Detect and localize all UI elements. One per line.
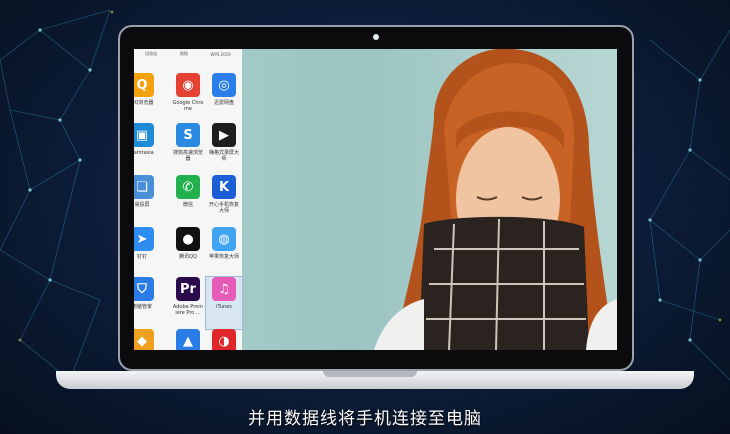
windows-desktop: 回收站 视频 WPS 2019 Q QQ浏览器 ◉ Google Chro me ◎ 迅雷…: [134, 49, 243, 350]
desktop-shortcut[interactable]: ◍ 苹果恢复大师: [206, 227, 242, 279]
webcam: [373, 34, 379, 40]
triangle-app-icon: ▲: [176, 329, 200, 350]
desktop-shortcut[interactable]: ◑: [206, 329, 242, 350]
cast-icon: ❏: [134, 175, 154, 199]
desktop-shortcut-label: 易投屏: [134, 202, 150, 208]
cloud-icon: ◎: [212, 73, 236, 97]
desktop-shortcut-label: 微信: [182, 202, 193, 208]
desktop-shortcut[interactable]: ♫ iTunes: [205, 276, 243, 330]
desktop-shortcut-label: 嗨格式录屏大 师: [208, 150, 239, 162]
desktop-shortcut[interactable]: ▲: [170, 329, 206, 350]
chrome-icon: ◉: [176, 73, 200, 97]
wechat-icon: ✆: [176, 175, 200, 199]
desktop-shortcut-label: 搜狗高速浏览 器: [172, 150, 203, 162]
desktop-shortcut-label: 迅雷网盘: [213, 100, 234, 106]
desktop-shortcut[interactable]: ◎ 迅雷网盘: [206, 73, 242, 125]
desktop-top-label: 回收站: [145, 51, 158, 56]
desktop-shortcut[interactable]: Pr Adobe Prem iere Pro ...: [170, 277, 206, 329]
k-icon: K: [212, 175, 236, 199]
desktop-shortcut[interactable]: ● 腾讯QQ: [170, 227, 206, 279]
desktop-shortcut[interactable]: Q QQ浏览器: [134, 73, 160, 125]
desktop-shortcut-label: QQ浏览器: [134, 100, 154, 106]
itunes-icon: ♫: [212, 277, 236, 301]
desktop-shortcut[interactable]: ◆: [134, 329, 160, 350]
desktop-shortcut[interactable]: ❏ 易投屏: [134, 175, 160, 227]
shield-icon: ⛉: [134, 277, 154, 301]
desktop-shortcut-label: 钉钉: [136, 254, 147, 260]
colorful-icon: ◆: [134, 329, 154, 350]
desktop-top-label: WPS 2019: [210, 51, 231, 57]
sogou-icon: S: [176, 123, 200, 147]
desktop-top-label: 视频: [179, 51, 188, 56]
desktop-shortcut[interactable]: ◉ Google Chro me: [170, 73, 206, 125]
desktop-shortcut-label: 腾讯QQ: [179, 254, 197, 260]
qq-icon: ●: [176, 227, 200, 251]
desktop-shortcut-label: 电脑管家: [134, 304, 152, 310]
laptop-base-notch: [323, 371, 417, 377]
desktop-shortcut[interactable]: ✆ 微信: [170, 175, 206, 227]
desktop-shortcut-label: Camtasia: [134, 150, 154, 156]
desktop-top-row: 回收站 视频 WPS 2019: [134, 49, 242, 59]
desktop-shortcut[interactable]: ▶ 嗨格式录屏大 师: [206, 123, 242, 175]
desktop-shortcut-label: iTunes: [216, 304, 232, 310]
dingtalk-icon: ➤: [134, 227, 154, 251]
person-icon: Q: [134, 73, 154, 97]
desktop-shortcut-label: Google Chro me: [172, 100, 204, 112]
desktop-shortcut-label: 苹果恢复大师: [208, 254, 239, 260]
laptop-screen: 回收站 视频 WPS 2019 Q QQ浏览器 ◉ Google Chro me ◎ 迅雷…: [134, 49, 617, 350]
apple-recovery-icon: ◍: [212, 227, 236, 251]
desktop-shortcut[interactable]: ⛉ 电脑管家: [134, 277, 160, 329]
monitor-icon: ▣: [134, 123, 154, 147]
desktop-shortcut[interactable]: ➤ 钉钉: [134, 227, 160, 279]
desktop-shortcut-label: Adobe Prem iere Pro ...: [172, 304, 204, 316]
desktop-shortcut-label: 开心手机恢复 大师: [208, 202, 239, 214]
desktop-shortcut[interactable]: K 开心手机恢复 大师: [206, 175, 242, 227]
premiere-icon: Pr: [176, 277, 200, 301]
screen-recorder-icon: ▶: [212, 123, 236, 147]
netease-music-icon: ◑: [212, 329, 236, 350]
desktop-shortcut[interactable]: S 搜狗高速浏览 器: [170, 123, 206, 175]
desktop-shortcut[interactable]: ▣ Camtasia: [134, 123, 160, 175]
video-caption: 并用数据线将手机连接至电脑: [248, 409, 482, 429]
